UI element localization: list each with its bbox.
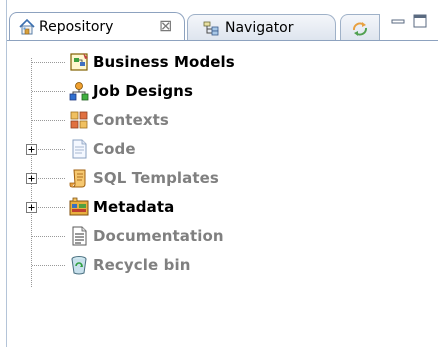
tree-connector (38, 207, 66, 208)
tree-item-contexts[interactable]: Contexts (7, 106, 438, 134)
tree-connector (32, 120, 66, 121)
tree-item-sql-templates[interactable]: SQL Templates (7, 164, 438, 192)
close-tab-icon[interactable]: ⊠ (159, 17, 172, 35)
business-models-icon (70, 53, 88, 71)
repository-house-icon (19, 18, 35, 35)
maximize-icon[interactable] (413, 14, 427, 28)
tree-connector (32, 62, 66, 63)
tab-repository[interactable]: Repository ⊠ (9, 12, 185, 41)
sql-templates-scroll-icon (69, 169, 86, 188)
tree-item-metadata[interactable]: Metadata (7, 193, 438, 221)
tree-item-label: Metadata (93, 198, 175, 216)
repository-view: Repository ⊠ Navigator Business Models J… (6, 0, 438, 347)
tree-item-label: Documentation (93, 227, 224, 245)
tree-connector (38, 178, 66, 179)
tree-item-documentation[interactable]: Documentation (7, 222, 438, 250)
tab-navigator[interactable]: Navigator (187, 14, 336, 41)
tree-item-label: Recycle bin (93, 256, 191, 274)
tree-connector (32, 91, 66, 92)
expand-plus-icon[interactable] (26, 173, 37, 184)
recycle-bin-icon (71, 256, 87, 275)
tab-synchronize[interactable] (340, 14, 380, 41)
metadata-icon (69, 197, 89, 216)
tree-connector (38, 149, 66, 150)
tree-item-code[interactable]: Code (7, 135, 438, 163)
code-document-icon (72, 139, 87, 159)
tree-item-label: SQL Templates (93, 169, 219, 187)
tree-item-label: Business Models (93, 53, 235, 71)
tree-connector (32, 236, 66, 237)
tree-item-recycle-bin[interactable]: Recycle bin (7, 251, 438, 279)
view-tab-strip: Repository ⊠ Navigator (7, 0, 438, 41)
synchronize-arrows-icon (353, 22, 367, 36)
tree-item-job-designs[interactable]: Job Designs (7, 77, 438, 105)
job-designs-icon (69, 82, 89, 101)
tab-repository-label: Repository (39, 19, 114, 35)
minimize-icon[interactable] (391, 18, 405, 28)
expand-plus-icon[interactable] (26, 202, 37, 213)
tab-strip-border (7, 40, 438, 41)
tree-item-business-models[interactable]: Business Models (7, 48, 438, 76)
documentation-icon (72, 226, 87, 246)
tree-item-label: Job Designs (93, 82, 193, 100)
expand-plus-icon[interactable] (26, 144, 37, 155)
tab-navigator-label: Navigator (225, 20, 294, 36)
navigator-tree-icon (203, 21, 219, 36)
tree-connector (32, 265, 66, 266)
tree-item-label: Contexts (93, 111, 169, 129)
contexts-icon (70, 111, 88, 129)
tree-item-label: Code (93, 140, 136, 158)
